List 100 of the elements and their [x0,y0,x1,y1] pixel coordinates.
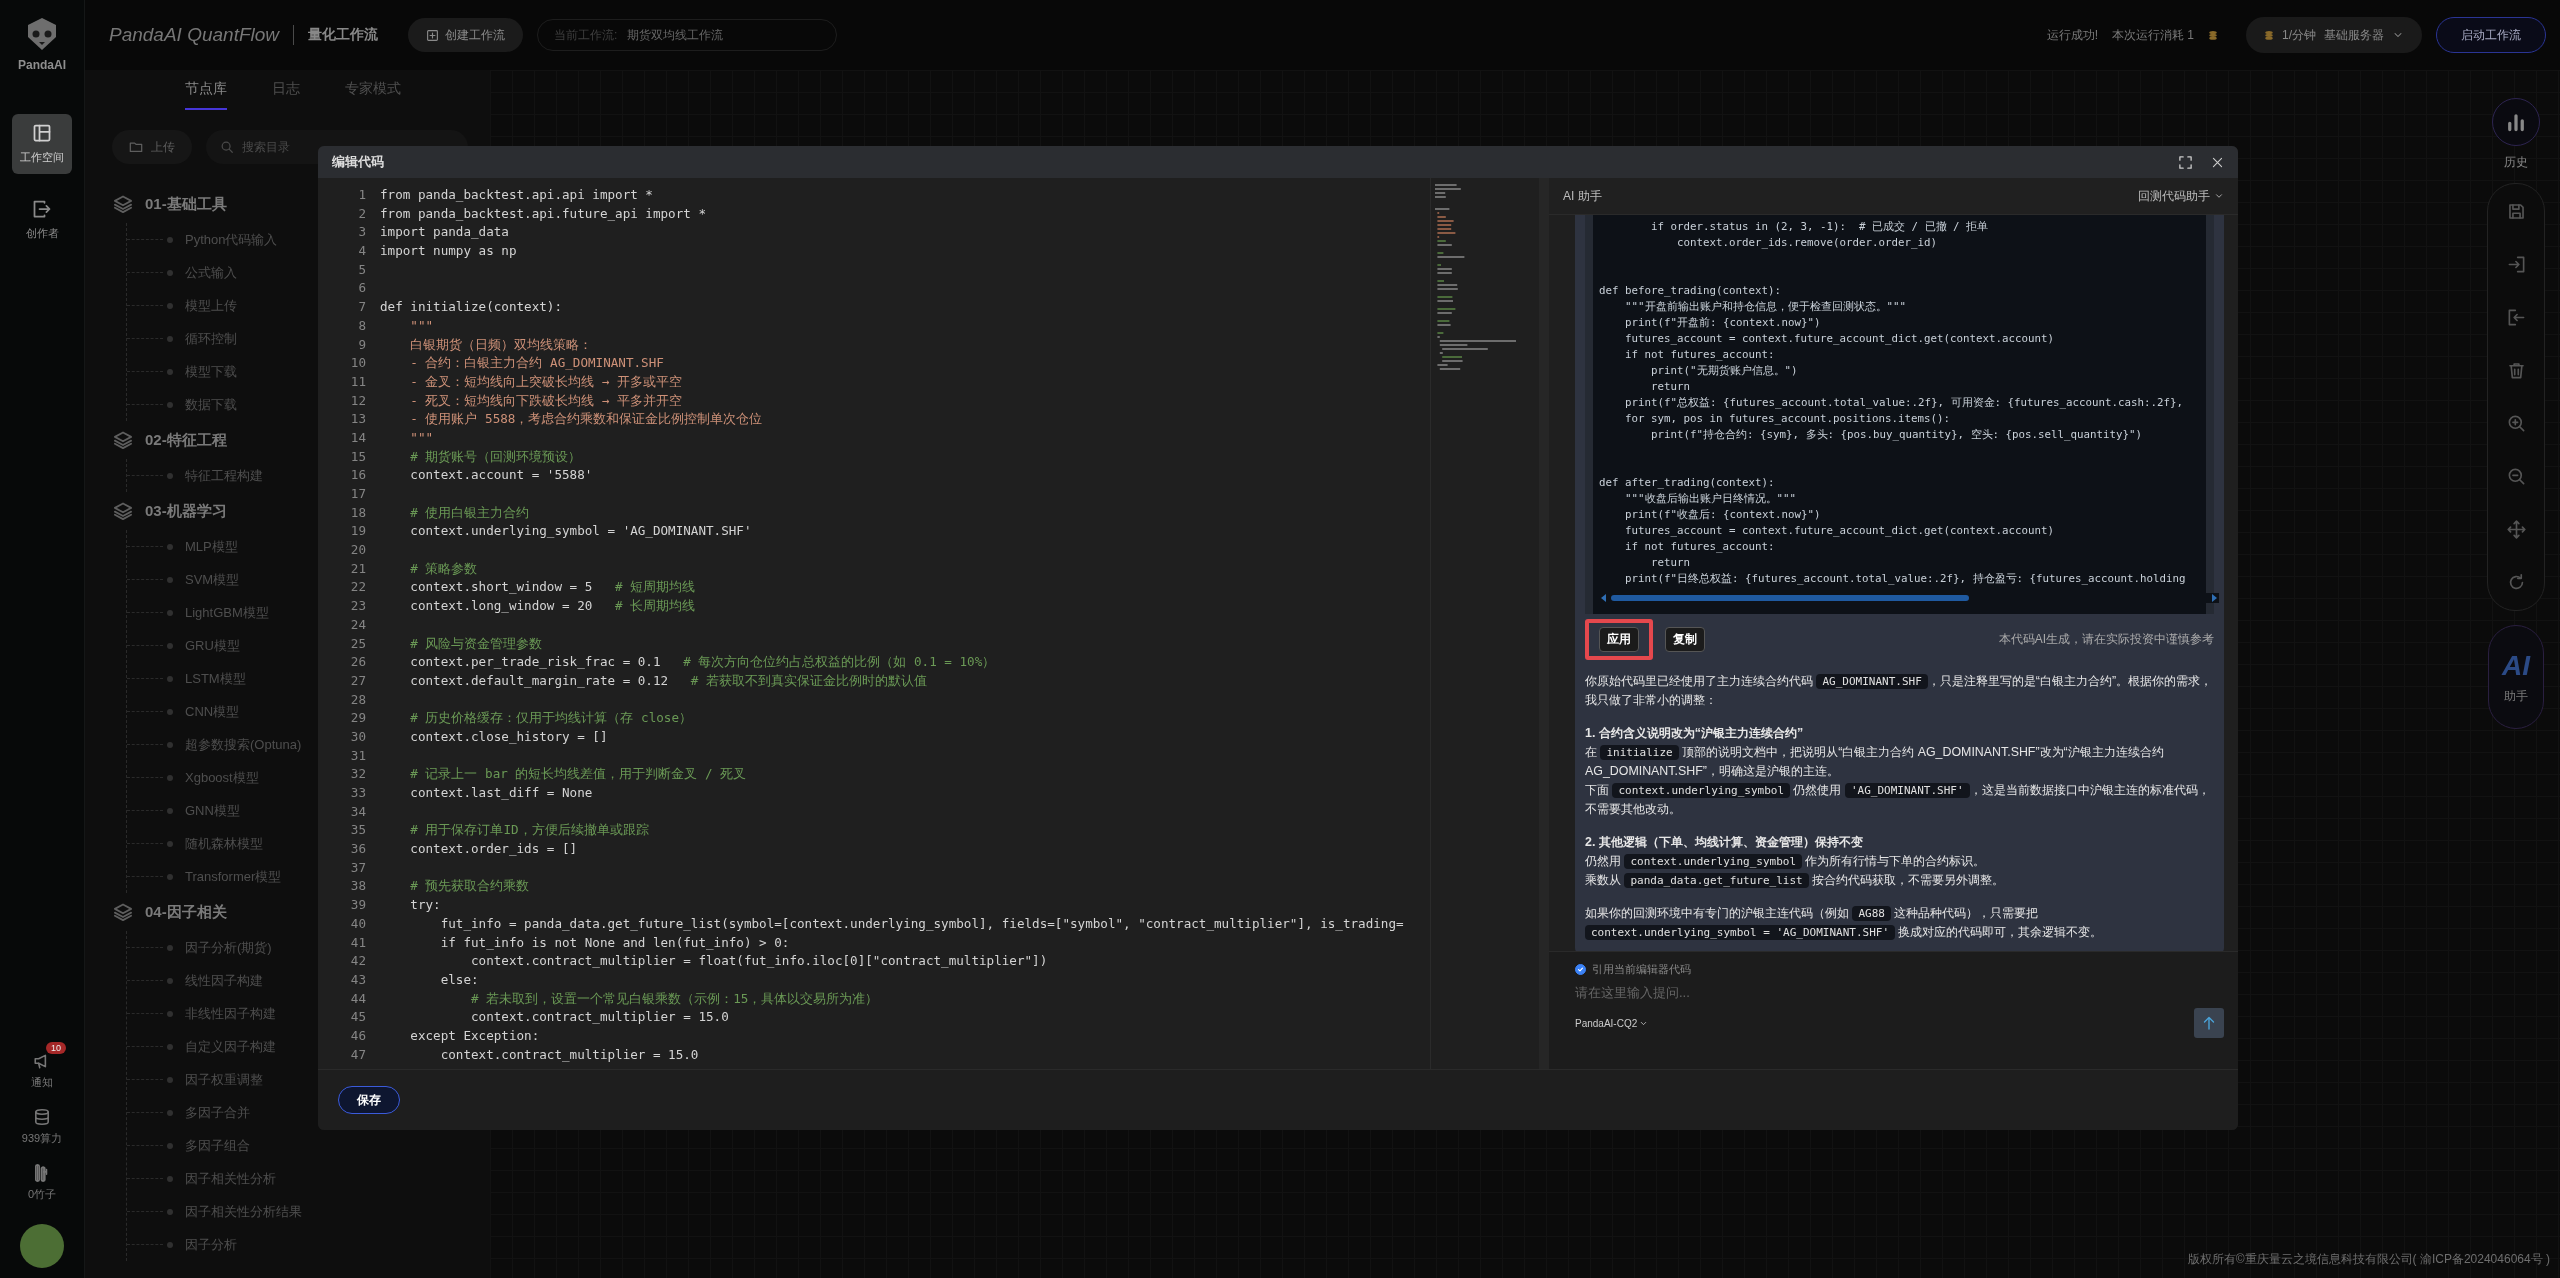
line-number: 13 [349,410,366,429]
line-number: 32 [349,765,366,784]
fullscreen-icon[interactable] [2178,154,2193,170]
tree-item[interactable]: 因子相关性分析 [167,1169,276,1188]
message-paragraph: 仍然用 context.underlying_symbol 作为所有行情与下单的合约标识。 [1585,853,1987,871]
tree-item[interactable]: 模型下载 [167,362,237,381]
tree-group[interactable]: 02-特征工程 [145,430,227,450]
code-line: # 若未取到，设置一个常见白银乘数（示例：15，具体以交易所为准） [470,989,879,1008]
code-line: if fut_info is not None and len(fut_info) > 0: [439,933,790,952]
horizontal-scrollbar[interactable] [1599,593,2219,603]
zoom-out-icon[interactable] [2506,467,2526,486]
question-input[interactable]: 请在这里输入提问... [1575,985,2224,1000]
assistant-mode-dropdown[interactable]: 回测代码助手 [2138,187,2224,205]
run-status-text: 运行成功! [2046,26,2098,44]
line-number: 35 [349,821,366,840]
history-label: 历史 [2504,154,2528,171]
ai-assistant-button[interactable]: AI 助手 [2488,625,2544,729]
line-number: 30 [349,727,366,746]
tree-item[interactable]: Xgboost模型 [167,768,259,787]
tree-group[interactable]: 01-基础工具 [145,194,227,214]
create-workflow-button[interactable]: 创建工作流 [408,18,524,52]
code-line: - 使用账户 5588，考虑合约乘数和保证金比例控制单次仓位 [409,410,763,429]
code-line: context.close_history = [] [409,727,608,746]
panel-tab[interactable]: 专家模式 [345,70,401,110]
tree-item[interactable]: 随机森林模型 [167,834,263,853]
tree-item[interactable]: LightGBM模型 [167,603,269,622]
line-number: 10 [349,354,366,373]
logout-icon[interactable] [2506,308,2526,327]
message-paragraph: 下面 context.underlying_symbol 仍然使用 'AG_DOMINANT.SHF' ，这是当前数据接口中沪银主连的标准代码，不需要其他改动。 [1585,782,2211,818]
tree-item[interactable]: 线性因子构建 [167,971,263,990]
history-button[interactable] [2492,98,2540,146]
code-line: # 记录上一 bar 的短长均线差值，用于判断金叉 / 死叉 [409,765,747,784]
tree-item[interactable]: 因子分析 [167,1235,237,1254]
tree-item[interactable]: 因子相关性分析结果 [167,1202,302,1221]
tree-item[interactable]: 非线性因子构建 [167,1004,276,1023]
move-icon[interactable] [2506,520,2526,539]
check-icon [1576,965,1585,974]
layers-icon [113,501,133,521]
close-icon[interactable] [2211,155,2224,169]
tree-item[interactable]: 特征工程构建 [167,466,263,485]
panel-tab[interactable]: 日志 [272,70,300,110]
checkbox[interactable] [1575,964,1586,975]
line-number: 21 [349,559,366,578]
code-line: context.last_diff = None [409,784,593,802]
run-status-text: 本次运行消耗 1 [2111,26,2194,44]
tree-item[interactable]: LSTM模型 [167,669,246,688]
server-dropdown[interactable]: 1/分钟 基础服务器 [2246,17,2422,53]
sidebar-item[interactable]: 939算力 [21,1108,63,1146]
model-dropdown[interactable]: PandaAI-CQ2 [1575,1017,1649,1029]
search-icon [220,140,234,154]
code-line: context.long_window = 20 # 长周期均线 [409,597,696,616]
code-line: - 金叉：短均线向上突破长均线 → 开多或平空 [409,372,683,391]
tree-item[interactable]: 超参数搜索(Optuna) [167,735,302,754]
send-button[interactable] [2194,1008,2224,1038]
tree-item[interactable]: 循环控制 [167,329,237,348]
tree-item[interactable]: GNN模型 [167,801,240,820]
save-icon[interactable] [2506,202,2526,221]
line-number: 37 [349,858,366,877]
line-number: 2 [357,204,366,223]
zoom-in-icon[interactable] [2506,414,2526,433]
start-workflow-button[interactable]: 启动工作流 [2436,17,2546,53]
sidebar-item[interactable]: 工作空间 [12,114,72,174]
line-number: 23 [349,597,366,616]
sidebar-item[interactable]: 创作者 [12,190,72,250]
trash-icon[interactable] [2506,361,2526,380]
tree-item[interactable]: SVM模型 [167,570,240,589]
line-number: 6 [357,279,366,298]
sidebar-item[interactable]: 0竹子 [27,1164,57,1202]
code-line: # 风险与资金管理参数 [409,634,543,653]
save-button[interactable]: 保存 [338,1086,400,1114]
avatar[interactable] [20,1224,64,1268]
login-icon[interactable] [2506,255,2526,274]
tree-item[interactable]: 模型上传 [167,296,237,315]
tree-group[interactable]: 03-机器学习 [145,501,227,521]
code-line: context.underlying_symbol = 'AG_DOMINANT.SHF' [409,522,752,541]
sidebar-item[interactable]: 通知 10 [12,1042,72,1090]
line-number: 44 [349,989,366,1008]
layers-icon [113,902,133,922]
line-number: 43 [349,970,366,989]
code-action-button[interactable]: 应用 [1585,618,1653,660]
panel-tab[interactable]: 节点库 [185,70,227,110]
line-number: 41 [349,933,366,952]
code-line: - 死叉：短均线向下跌破长均线 → 平多并开空 [409,391,683,410]
tree-item[interactable]: 多因子合并 [167,1103,250,1122]
line-number: 28 [349,690,366,709]
tree-item[interactable]: Transformer模型 [167,867,282,886]
code-line: # 预先获取合约乘数 [409,877,530,896]
code-line: import numpy as np [380,242,517,261]
tree-group[interactable]: 04-因子相关 [145,902,227,922]
tree-item[interactable]: 自定义因子构建 [167,1037,276,1056]
tree-item[interactable]: GRU模型 [167,636,240,655]
line-number: 31 [349,746,366,765]
code-line: - 合约：白银主力合约 AG_DOMINANT.SHF [409,354,664,373]
tree-item[interactable]: 多因子组合 [167,1136,250,1155]
line-number: 29 [349,709,366,728]
tree-item[interactable]: 数据下载 [167,395,237,414]
tree-item[interactable]: 因子分析(期货) [167,938,272,957]
tree-item[interactable]: MLP模型 [167,537,238,556]
line-number: 4 [357,242,366,261]
tree-item[interactable]: CNN模型 [167,702,240,721]
